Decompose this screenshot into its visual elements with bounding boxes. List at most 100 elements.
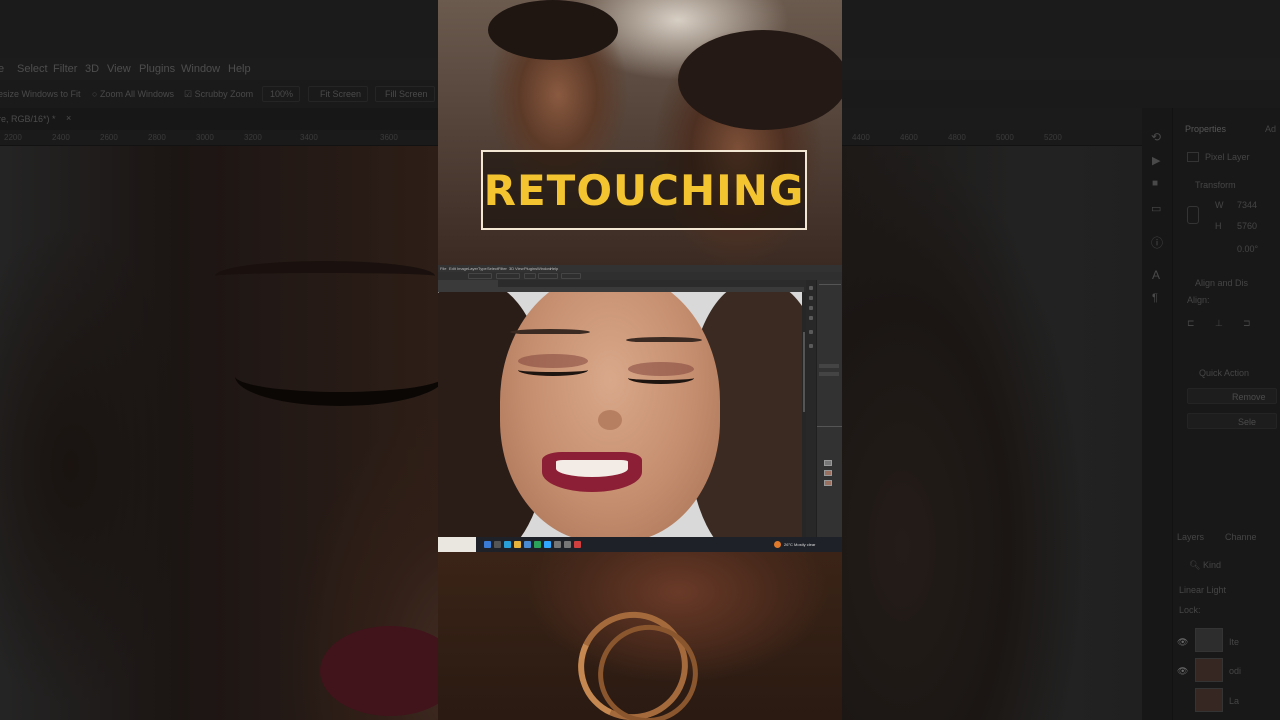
character-icon[interactable]: A: [1152, 268, 1160, 282]
tool-icon[interactable]: [809, 296, 813, 300]
ps-menu-item[interactable]: File: [440, 266, 446, 271]
info-icon[interactable]: ⓘ: [1151, 234, 1163, 251]
layer-name[interactable]: La: [1229, 696, 1239, 706]
menu-bar: e Select Filter 3D View Plugins Window H…: [0, 58, 438, 80]
photoshop-icon[interactable]: [544, 541, 551, 548]
visibility-eye-icon[interactable]: 👁︎: [1177, 637, 1188, 648]
menu-view[interactable]: View: [107, 63, 131, 75]
folder-icon[interactable]: [514, 541, 521, 548]
ps-menu-item[interactable]: 3D: [509, 266, 514, 271]
ps-menu-item[interactable]: Edit: [449, 266, 456, 271]
ruler-tick: 5200: [1044, 133, 1062, 142]
store-icon[interactable]: [524, 541, 531, 548]
weather-icon: [774, 541, 781, 548]
menu-3d[interactable]: 3D: [85, 63, 99, 75]
ps-menu-item[interactable]: View: [515, 266, 524, 271]
ps-document-tab[interactable]: [438, 280, 498, 287]
ps-layer-thumbnail[interactable]: [824, 460, 832, 466]
layer-name[interactable]: Ite: [1229, 637, 1239, 647]
align-left-icon[interactable]: ⊏: [1187, 318, 1195, 329]
menu-help[interactable]: Help: [228, 63, 251, 75]
right-brow-shape: [626, 337, 702, 343]
ps-menu-item[interactable]: Plugins: [524, 266, 537, 271]
options-bar: esize Windows to Fit ○ Zoom All Windows …: [0, 80, 438, 108]
resize-windows-checkbox[interactable]: esize Windows to Fit: [0, 89, 81, 99]
ps-select-button[interactable]: [819, 372, 839, 376]
play-icon[interactable]: ▶: [1152, 154, 1160, 167]
menu-plugins[interactable]: Plugins: [139, 63, 175, 75]
layer-thumbnail[interactable]: [1195, 628, 1223, 652]
app-icon[interactable]: [564, 541, 571, 548]
link-icon[interactable]: [1187, 206, 1199, 224]
tool-icon[interactable]: [809, 286, 813, 290]
history-icon[interactable]: ⟲: [1151, 130, 1161, 144]
canvas-hair[interactable]: [842, 146, 1142, 720]
portrait-canvas[interactable]: [438, 292, 802, 537]
ps-zoom-all-button[interactable]: [468, 273, 492, 279]
canvas-closeup-eye[interactable]: [0, 146, 438, 720]
transform-header[interactable]: Transform: [1195, 180, 1236, 190]
ps-fit-screen-button[interactable]: [538, 273, 558, 279]
brush-icon[interactable]: ■: [1152, 178, 1158, 189]
ps-layer-thumbnail[interactable]: [824, 470, 832, 476]
close-tab-icon[interactable]: ×: [66, 113, 71, 123]
blend-mode-select[interactable]: Linear Light: [1179, 585, 1226, 595]
comment-icon[interactable]: ▭: [1151, 202, 1161, 215]
ps-menu-item[interactable]: Filter: [498, 266, 507, 271]
menu-window[interactable]: Window: [181, 63, 220, 75]
select-subject-button[interactable]: Sele: [1187, 413, 1277, 429]
search-icon[interactable]: [494, 541, 501, 548]
align-distribute-header[interactable]: Align and Dis: [1195, 278, 1248, 288]
tool-strip: ⟲ ▶ ■ ▭ ⓘ A ¶: [1142, 108, 1172, 720]
layer-thumbnail[interactable]: [1195, 658, 1223, 682]
angle-value[interactable]: 0.00°: [1237, 244, 1258, 254]
channels-tab[interactable]: Channe: [1225, 532, 1257, 542]
scroll-thumb[interactable]: [803, 332, 805, 412]
ps-menu-item[interactable]: Select: [487, 266, 498, 271]
ps-layer-thumbnail[interactable]: [824, 480, 832, 486]
windows-start-icon[interactable]: [484, 541, 491, 548]
app-icon[interactable]: [574, 541, 581, 548]
app-icon[interactable]: [554, 541, 561, 548]
ps-menu-item[interactable]: Help: [550, 266, 558, 271]
menu-bar-right: [842, 58, 1280, 80]
align-center-icon[interactable]: ⊥: [1215, 318, 1223, 329]
tool-icon[interactable]: [809, 306, 813, 310]
ruler-tick: 2600: [100, 133, 118, 142]
tool-icon[interactable]: [809, 344, 813, 348]
remove-background-button[interactable]: Remove: [1187, 388, 1277, 404]
width-label: W: [1215, 200, 1224, 210]
right-eye-shape: [628, 372, 694, 384]
align-right-icon[interactable]: ⊐: [1243, 318, 1251, 329]
ps-menu-item[interactable]: Layer: [468, 266, 478, 271]
ps-scrubby-button[interactable]: [496, 273, 520, 279]
menu-select[interactable]: Select: [17, 63, 48, 75]
menu-edit[interactable]: e: [0, 63, 4, 75]
menu-filter[interactable]: Filter: [53, 63, 77, 75]
ps-menu-item[interactable]: Image: [457, 266, 468, 271]
zoom-all-windows-checkbox[interactable]: ○ Zoom All Windows: [92, 89, 174, 99]
tool-icon[interactable]: [809, 316, 813, 320]
tool-icon[interactable]: [809, 330, 813, 334]
layers-tab[interactable]: Layers: [1177, 532, 1204, 542]
layer-thumbnail[interactable]: [1195, 688, 1223, 712]
layer-name[interactable]: odi: [1229, 666, 1241, 676]
paragraph-icon[interactable]: ¶: [1152, 292, 1158, 304]
adjustments-tab[interactable]: Ad: [1265, 124, 1276, 134]
edge-icon[interactable]: [504, 541, 511, 548]
app-icon[interactable]: [534, 541, 541, 548]
document-tab[interactable]: re, RGB/16*) *: [0, 114, 56, 124]
width-value[interactable]: 7344: [1237, 200, 1257, 210]
height-value[interactable]: 5760: [1237, 221, 1257, 231]
ps-remove-button[interactable]: [819, 364, 839, 368]
ps-zoom-button[interactable]: [524, 273, 536, 279]
properties-tab[interactable]: Properties: [1185, 124, 1226, 134]
scrubby-zoom-checkbox[interactable]: ☑ Scrubby Zoom: [184, 89, 253, 100]
taskbar-thumbnail[interactable]: [438, 537, 476, 552]
layer-kind-filter[interactable]: 🔍︎ Kind: [1189, 560, 1221, 571]
visibility-eye-icon[interactable]: 👁︎: [1177, 666, 1188, 677]
ps-menu-item[interactable]: Type: [478, 266, 487, 271]
lock-label: Lock:: [1179, 605, 1201, 615]
quick-actions-header[interactable]: Quick Action: [1199, 368, 1249, 378]
ps-fill-screen-button[interactable]: [561, 273, 581, 279]
